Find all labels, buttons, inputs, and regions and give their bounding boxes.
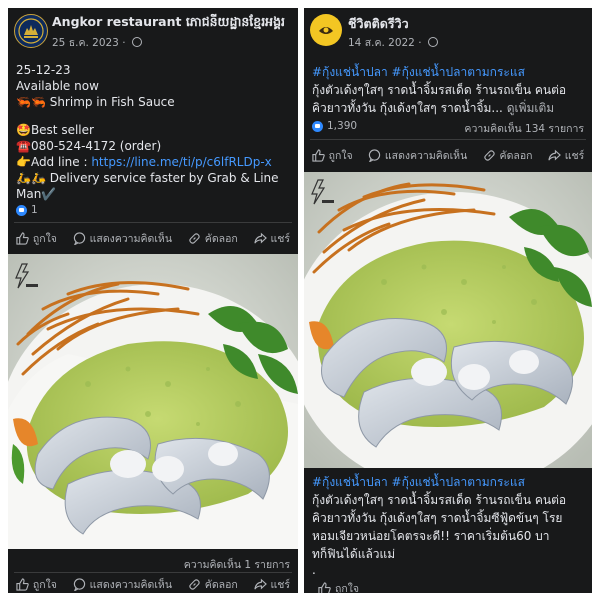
copy-icon [483,149,495,161]
share-label: แชร์ [270,232,291,245]
like-label: ถูกใจ [335,583,359,593]
copy-label: คัดลอก [204,578,238,591]
post-text-line: 👉Add line : https://line.me/ti/p/c6lfRLD… [16,154,272,170]
like-icon [311,148,325,162]
action-bar: ถูกใจ แสดงความคิดเห็น คัดลอก แชร์ [8,225,298,251]
share-icon [253,232,267,243]
action-bar-bottom: ถูกใจ แสดงความคิดเห็น คัดลอก แชร์ [8,574,298,593]
line-link[interactable]: https://line.me/ti/p/c6lfRLDp-x [91,155,271,169]
comment-button[interactable]: แสดงความคิดเห็น [73,230,172,247]
copy-icon [189,578,200,590]
page-logo-icon [18,18,44,44]
post-text-line: 🤩Best seller [16,123,94,137]
divider [310,139,586,140]
reaction-like-icon [312,120,323,132]
post-text-line: Available now [16,79,99,93]
caption-hashtags[interactable]: #กุ้งแช่น้ำปลา #กุ้งแช่น้ำปลาตามกระแส [312,474,525,490]
caption-line: คิวยาวทั้งวัน กุ้งเด้งๆใสๆ ราดน้ำจิ้มซีฟ… [312,511,563,525]
page-logo-icon [314,18,338,42]
like-button-partial[interactable]: ถูกใจ [318,580,359,593]
post-text-line: 🦐🦐 Shrimp in Fish Sauce [16,95,175,109]
share-icon [253,578,267,589]
post-text-truncated: คิวยาวทั้งวัน กุ้งเด้งๆใสๆ ราดน้ำจิ้ม... [312,101,507,115]
copy-icon [189,232,200,244]
globe-icon [427,37,438,47]
food-photo [304,172,592,468]
reaction-count: 1,390 [327,120,358,132]
add-line-label: 👉Add line : [16,155,92,169]
post-text-line: กุ้งตัวเด้งๆใสๆ ราดน้ำจิ้มรสเด็ด ร้านรถเ… [312,83,567,97]
post-text-line: 25-12-23 [16,63,71,77]
right-post: ชีวิตติดรีวิว 14 ส.ค. 2022 · #กุ้งแช่น้ำ… [304,8,592,593]
share-button[interactable]: แชร์ [253,230,291,247]
caption-line: ทก็ฟินได้แล้วแม่ [312,547,396,561]
comment-label: แสดงความคิดเห็น [89,578,173,591]
post-text-line: คิวยาวทั้งวัน กุ้งเด้งๆใสๆ ราดน้ำจิ้ม...… [312,100,554,116]
share-icon [548,149,561,160]
page-avatar[interactable] [310,14,342,46]
reaction-summary[interactable]: 1 [16,204,38,216]
like-icon [16,231,29,245]
divider [14,222,292,223]
caption-line: . [312,563,316,577]
page-avatar[interactable] [14,14,48,48]
comment-icon [73,577,85,591]
post-header: ชีวิตติดรีวิว 14 ส.ค. 2022 · [304,8,592,56]
comment-button[interactable]: แสดงความคิดเห็น [73,576,172,593]
globe-icon [131,37,142,47]
post-header: Angkor restaurant ភោជនីយដ្ឋានខ្មែរអង្គរ … [8,8,298,56]
copy-label: คัดลอก [499,149,533,162]
see-more-link[interactable]: ดูเพิ่มเติม [507,101,555,115]
post-photo[interactable] [8,254,298,549]
comment-icon [73,231,85,245]
like-button[interactable]: ถูกใจ [16,576,57,593]
page-name[interactable]: Angkor restaurant ភោជនីយដ្ឋានខ្មែរអង្គរ [52,14,285,33]
post-photo[interactable] [304,172,592,468]
comment-button[interactable]: แสดงความคิดเห็น [368,147,467,164]
like-label: ถูกใจ [328,149,353,162]
share-button[interactable]: แชร์ [548,147,585,164]
post-text-line: ☎️080-524-4172 (order) [16,139,162,153]
copy-label: คัดลอก [204,232,238,245]
comments-count[interactable]: ความคิดเห็น 1 รายการ [184,556,290,573]
copy-button[interactable]: คัดลอก [188,230,238,247]
reaction-summary[interactable]: 1,390 [312,120,357,132]
reaction-like-icon [16,204,27,216]
post-text-line: 🛵🛵 Delivery service faster by Grab & Lin… [16,171,279,185]
post-date[interactable]: 14 ส.ค. 2022 · [348,34,438,51]
comment-icon [368,148,381,162]
post-date[interactable]: 25 ธ.ค. 2023 · [52,34,142,51]
comment-label: แสดงความคิดเห็น [384,149,468,162]
copy-button[interactable]: คัดลอก [188,576,238,593]
post-hashtags[interactable]: #กุ้งแช่น้ำปลา #กุ้งแช่น้ำปลาตามกระแส [312,64,525,80]
like-label: ถูกใจ [32,578,57,591]
food-photo [8,254,298,549]
comments-count[interactable]: ความคิดเห็น 134 รายการ [464,120,584,137]
page-name[interactable]: ชีวิตติดรีวิว [348,14,409,34]
share-label: แชร์ [270,578,291,591]
share-button[interactable]: แชร์ [253,576,291,593]
caption-line: หอมเจียวหน่อยโคตรจะดี!! ราคาเริ่มต้น60 บ… [312,529,550,543]
like-button[interactable]: ถูกใจ [311,147,353,164]
reaction-count: 1 [31,204,38,216]
divider [14,572,292,573]
post-date-text: 14 ส.ค. 2022 · [348,37,425,49]
action-bar: ถูกใจ แสดงความคิดเห็น คัดลอก แชร์ [304,142,592,168]
share-label: แชร์ [564,149,585,162]
like-icon [16,577,29,591]
like-label: ถูกใจ [32,232,57,245]
post-date-text: 25 ธ.ค. 2023 · [52,37,129,49]
like-icon [318,582,331,593]
left-post: Angkor restaurant ភោជនីយដ្ឋានខ្មែរអង្គរ … [8,8,298,593]
caption-line: กุ้งตัวเด้งๆใสๆ ราดน้ำจิ้มรสเด็ด ร้านรถเ… [312,493,567,507]
post-text-line: Man✔️ [16,187,57,201]
copy-button[interactable]: คัดลอก [483,147,533,164]
like-button[interactable]: ถูกใจ [16,230,57,247]
comment-label: แสดงความคิดเห็น [89,232,173,245]
